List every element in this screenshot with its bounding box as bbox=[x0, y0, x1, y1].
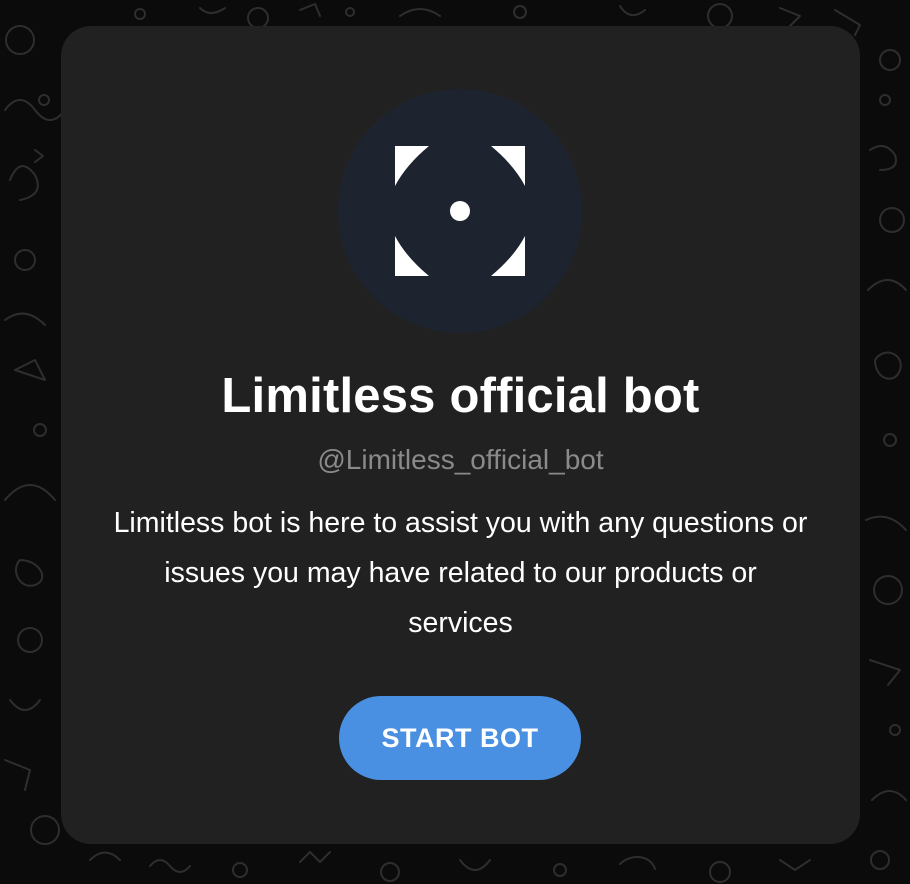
bot-avatar bbox=[338, 89, 582, 333]
bot-username: @Limitless_official_bot bbox=[317, 444, 604, 475]
bot-name: Limitless official bot bbox=[221, 369, 700, 423]
bot-info-card: Limitless official bot @Limitless_offici… bbox=[61, 26, 860, 844]
start-bot-button[interactable]: START BOT bbox=[339, 696, 581, 780]
bot-description: Limitless bot is here to assist you with… bbox=[113, 507, 808, 639]
viewfinder-focus-icon bbox=[395, 146, 525, 276]
